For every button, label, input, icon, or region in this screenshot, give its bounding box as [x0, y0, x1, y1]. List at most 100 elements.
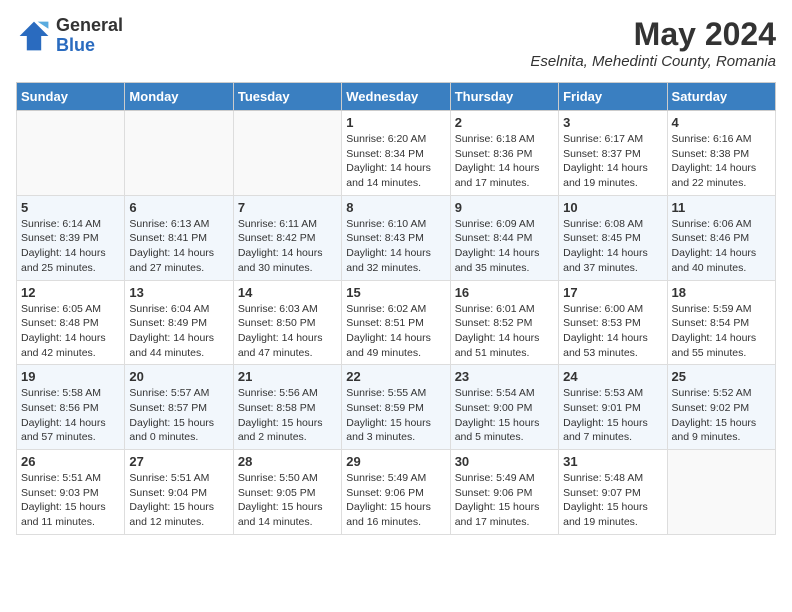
day-info: Sunrise: 6:00 AMSunset: 8:53 PMDaylight:…: [563, 302, 662, 361]
calendar-cell: 12 Sunrise: 6:05 AMSunset: 8:48 PMDayligh…: [17, 280, 125, 365]
day-number: 28: [238, 454, 337, 469]
day-info: Sunrise: 5:50 AMSunset: 9:05 PMDaylight:…: [238, 471, 337, 530]
day-info: Sunrise: 6:09 AMSunset: 8:44 PMDaylight:…: [455, 217, 554, 276]
day-number: 4: [672, 115, 771, 130]
calendar-cell: 28 Sunrise: 5:50 AMSunset: 9:05 PMDayligh…: [233, 450, 341, 535]
week-row-3: 12 Sunrise: 6:05 AMSunset: 8:48 PMDayligh…: [17, 280, 776, 365]
day-info: Sunrise: 6:11 AMSunset: 8:42 PMDaylight:…: [238, 217, 337, 276]
calendar-cell: 17 Sunrise: 6:00 AMSunset: 8:53 PMDayligh…: [559, 280, 667, 365]
calendar-cell: 21 Sunrise: 5:56 AMSunset: 8:58 PMDayligh…: [233, 365, 341, 450]
calendar-cell: 20 Sunrise: 5:57 AMSunset: 8:57 PMDayligh…: [125, 365, 233, 450]
day-number: 15: [346, 285, 445, 300]
calendar-cell: 23 Sunrise: 5:54 AMSunset: 9:00 PMDayligh…: [450, 365, 558, 450]
day-info: Sunrise: 5:59 AMSunset: 8:54 PMDaylight:…: [672, 302, 771, 361]
header-day-friday: Friday: [559, 83, 667, 111]
logo-icon: [16, 18, 52, 54]
calendar-cell: 30Sunrise: 5:49 AMSunset: 9:06 PMDayligh…: [450, 450, 558, 535]
day-info: Sunrise: 6:04 AMSunset: 8:49 PMDaylight:…: [129, 302, 228, 361]
calendar-cell: [17, 111, 125, 196]
calendar-cell: 13 Sunrise: 6:04 AMSunset: 8:49 PMDayligh…: [125, 280, 233, 365]
day-info: Sunrise: 5:51 AMSunset: 9:04 PMDaylight:…: [129, 471, 228, 530]
header-day-thursday: Thursday: [450, 83, 558, 111]
day-info: Sunrise: 6:18 AMSunset: 8:36 PMDaylight:…: [455, 132, 554, 191]
day-number: 12: [21, 285, 120, 300]
day-number: 8: [346, 200, 445, 215]
calendar-cell: 27 Sunrise: 5:51 AMSunset: 9:04 PMDayligh…: [125, 450, 233, 535]
day-info: Sunrise: 6:03 AMSunset: 8:50 PMDaylight:…: [238, 302, 337, 361]
main-title: May 2024: [530, 16, 776, 53]
calendar-cell: 3 Sunrise: 6:17 AMSunset: 8:37 PMDaylight…: [559, 111, 667, 196]
day-info: Sunrise: 5:52 AMSunset: 9:02 PMDaylight:…: [672, 386, 771, 445]
day-number: 21: [238, 369, 337, 384]
calendar-table: SundayMondayTuesdayWednesdayThursdayFrid…: [16, 82, 776, 535]
day-number: 9: [455, 200, 554, 215]
day-number: 3: [563, 115, 662, 130]
calendar-cell: 25 Sunrise: 5:52 AMSunset: 9:02 PMDayligh…: [667, 365, 775, 450]
calendar-cell: 4Sunrise: 6:16 AMSunset: 8:38 PMDaylight…: [667, 111, 775, 196]
header-day-monday: Monday: [125, 83, 233, 111]
calendar-cell: 6Sunrise: 6:13 AMSunset: 8:41 PMDaylight…: [125, 195, 233, 280]
day-number: 10: [563, 200, 662, 215]
calendar-cell: 5Sunrise: 6:14 AMSunset: 8:39 PMDaylight…: [17, 195, 125, 280]
calendar-cell: 18 Sunrise: 5:59 AMSunset: 8:54 PMDayligh…: [667, 280, 775, 365]
calendar-cell: 31Sunrise: 5:48 AMSunset: 9:07 PMDayligh…: [559, 450, 667, 535]
day-info: Sunrise: 6:10 AMSunset: 8:43 PMDaylight:…: [346, 217, 445, 276]
day-info: Sunrise: 6:14 AMSunset: 8:39 PMDaylight:…: [21, 217, 120, 276]
calendar-cell: 9 Sunrise: 6:09 AMSunset: 8:44 PMDaylight…: [450, 195, 558, 280]
day-info: Sunrise: 6:05 AMSunset: 8:48 PMDaylight:…: [21, 302, 120, 361]
day-number: 7: [238, 200, 337, 215]
day-info: Sunrise: 6:20 AMSunset: 8:34 PMDaylight:…: [346, 132, 445, 191]
title-area: May 2024 Eselnita, Mehedinti County, Rom…: [530, 16, 776, 70]
day-number: 25: [672, 369, 771, 384]
day-number: 14: [238, 285, 337, 300]
calendar-cell: 15 Sunrise: 6:02 AMSunset: 8:51 PMDayligh…: [342, 280, 450, 365]
calendar-cell: 22 Sunrise: 5:55 AMSunset: 8:59 PMDayligh…: [342, 365, 450, 450]
day-number: 26: [21, 454, 120, 469]
day-info: Sunrise: 5:55 AMSunset: 8:59 PMDaylight:…: [346, 386, 445, 445]
calendar-cell: 19 Sunrise: 5:58 AMSunset: 8:56 PMDayligh…: [17, 365, 125, 450]
calendar-cell: [125, 111, 233, 196]
day-info: Sunrise: 5:54 AMSunset: 9:00 PMDaylight:…: [455, 386, 554, 445]
day-info: Sunrise: 5:58 AMSunset: 8:56 PMDaylight:…: [21, 386, 120, 445]
header-day-sunday: Sunday: [17, 83, 125, 111]
logo-general-text: General: [56, 16, 123, 36]
calendar-cell: 2 Sunrise: 6:18 AMSunset: 8:36 PMDaylight…: [450, 111, 558, 196]
week-row-4: 19 Sunrise: 5:58 AMSunset: 8:56 PMDayligh…: [17, 365, 776, 450]
week-row-5: 26 Sunrise: 5:51 AMSunset: 9:03 PMDayligh…: [17, 450, 776, 535]
day-number: 27: [129, 454, 228, 469]
day-number: 13: [129, 285, 228, 300]
day-number: 16: [455, 285, 554, 300]
calendar-cell: 7 Sunrise: 6:11 AMSunset: 8:42 PMDaylight…: [233, 195, 341, 280]
logo-text: General Blue: [56, 16, 123, 56]
day-number: 17: [563, 285, 662, 300]
day-number: 18: [672, 285, 771, 300]
day-number: 23: [455, 369, 554, 384]
day-info: Sunrise: 6:17 AMSunset: 8:37 PMDaylight:…: [563, 132, 662, 191]
day-info: Sunrise: 5:57 AMSunset: 8:57 PMDaylight:…: [129, 386, 228, 445]
day-info: Sunrise: 5:49 AMSunset: 9:06 PMDaylight:…: [455, 471, 554, 530]
day-info: Sunrise: 5:53 AMSunset: 9:01 PMDaylight:…: [563, 386, 662, 445]
calendar-cell: 1 Sunrise: 6:20 AMSunset: 8:34 PMDaylight…: [342, 111, 450, 196]
day-number: 20: [129, 369, 228, 384]
calendar-cell: 16Sunrise: 6:01 AMSunset: 8:52 PMDayligh…: [450, 280, 558, 365]
calendar-cell: [667, 450, 775, 535]
day-number: 22: [346, 369, 445, 384]
header-day-tuesday: Tuesday: [233, 83, 341, 111]
calendar-cell: [233, 111, 341, 196]
calendar-cell: 14 Sunrise: 6:03 AMSunset: 8:50 PMDayligh…: [233, 280, 341, 365]
days-header-row: SundayMondayTuesdayWednesdayThursdayFrid…: [17, 83, 776, 111]
header-day-saturday: Saturday: [667, 83, 775, 111]
day-number: 1: [346, 115, 445, 130]
day-number: 19: [21, 369, 120, 384]
day-number: 2: [455, 115, 554, 130]
day-info: Sunrise: 6:08 AMSunset: 8:45 PMDaylight:…: [563, 217, 662, 276]
day-info: Sunrise: 5:56 AMSunset: 8:58 PMDaylight:…: [238, 386, 337, 445]
calendar-cell: 10 Sunrise: 6:08 AMSunset: 8:45 PMDayligh…: [559, 195, 667, 280]
day-number: 6: [129, 200, 228, 215]
day-info: Sunrise: 6:02 AMSunset: 8:51 PMDaylight:…: [346, 302, 445, 361]
day-info: Sunrise: 5:51 AMSunset: 9:03 PMDaylight:…: [21, 471, 120, 530]
day-info: Sunrise: 5:49 AMSunset: 9:06 PMDaylight:…: [346, 471, 445, 530]
subtitle: Eselnita, Mehedinti County, Romania: [530, 53, 776, 70]
day-number: 29: [346, 454, 445, 469]
header-day-wednesday: Wednesday: [342, 83, 450, 111]
